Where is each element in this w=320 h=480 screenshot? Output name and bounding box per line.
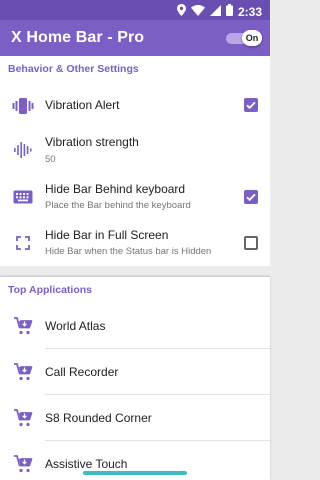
top-apps-card: Top Applications World Atlas Call Record… <box>0 277 270 480</box>
app-title: Call Recorder <box>45 365 119 379</box>
toggle-knob: On <box>242 30 262 46</box>
home-indicator[interactable] <box>83 471 187 475</box>
app-bar: X Home Bar - Pro On <box>0 20 270 56</box>
vibration-icon <box>12 95 34 117</box>
setting-vibration-strength[interactable]: Vibration strength 50 <box>0 128 270 172</box>
setting-title: Hide Bar Behind keyboard <box>45 182 186 196</box>
keyboard-icon <box>12 186 34 208</box>
battery-icon <box>225 3 233 21</box>
app-title: World Atlas <box>45 319 106 333</box>
hide-full-screen-checkbox[interactable] <box>244 236 258 250</box>
setting-vibration-alert[interactable]: Vibration Alert <box>0 88 270 124</box>
fullscreen-icon <box>12 232 34 254</box>
app-title: X Home Bar - Pro <box>11 29 145 46</box>
status-time: 2:33 <box>237 5 262 19</box>
setting-title: Hide Bar in Full Screen <box>45 228 169 242</box>
section-header-settings: Behavior & Other Settings <box>8 63 139 75</box>
shopping-cart-download-icon <box>12 407 34 429</box>
app-title: S8 Rounded Corner <box>45 411 152 425</box>
vibration-strength-value: 50 <box>45 154 56 165</box>
vibration-alert-checkbox[interactable] <box>244 98 258 112</box>
shopping-cart-download-icon <box>12 361 34 383</box>
app-title: Assistive Touch <box>45 457 128 471</box>
sound-wave-icon <box>12 139 34 161</box>
setting-hide-behind-keyboard[interactable]: Hide Bar Behind keyboard Place the Bar b… <box>0 176 270 220</box>
hide-behind-keyboard-checkbox[interactable] <box>244 190 258 204</box>
app-item-s8-rounded-corner[interactable]: S8 Rounded Corner <box>0 395 270 441</box>
location-icon <box>176 3 186 21</box>
signal-icon <box>209 3 221 21</box>
master-toggle[interactable]: On <box>226 30 262 46</box>
shopping-cart-download-icon <box>12 315 34 337</box>
wifi-icon <box>190 3 205 21</box>
app-item-world-atlas[interactable]: World Atlas <box>0 303 270 349</box>
setting-title: Vibration strength <box>45 135 139 149</box>
setting-hide-full-screen[interactable]: Hide Bar in Full Screen Hide Bar when th… <box>0 222 270 266</box>
setting-title: Vibration Alert <box>45 98 120 112</box>
shopping-cart-download-icon <box>12 453 34 475</box>
status-bar: 2:33 <box>0 0 270 20</box>
status-icons: 2:33 <box>176 3 262 21</box>
settings-card: Behavior & Other Settings Vibration Aler… <box>0 56 270 266</box>
app-item-call-recorder[interactable]: Call Recorder <box>0 349 270 395</box>
setting-subtitle: Hide Bar when the Status bar is Hidden <box>45 246 212 257</box>
setting-subtitle: Place the Bar behind the keyboard <box>45 200 191 211</box>
section-header-apps: Top Applications <box>8 284 92 296</box>
